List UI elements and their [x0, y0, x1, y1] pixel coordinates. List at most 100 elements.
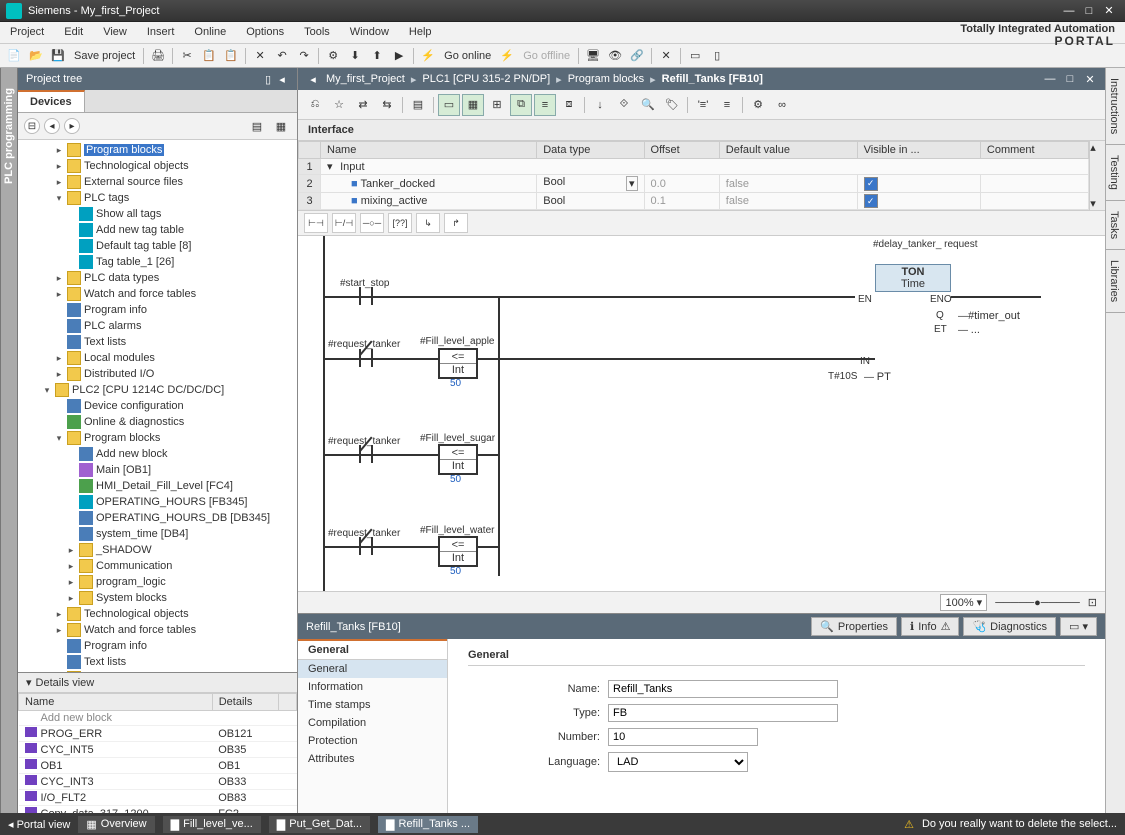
tree-item[interactable]: ▾PLC tags: [18, 190, 297, 206]
ladder-contact-icon[interactable]: ⊢⊣: [304, 213, 328, 233]
ton-block[interactable]: TONTime: [875, 264, 951, 292]
tree-item[interactable]: OPERATING_HOURS [FB345]: [18, 494, 297, 510]
tree-view-icon[interactable]: ▤: [247, 116, 267, 136]
close-icon[interactable]: ✕: [1099, 4, 1119, 18]
status-tab-overview[interactable]: ▦ Overview: [78, 816, 154, 833]
etb-b[interactable]: ≡: [716, 94, 738, 116]
tree-filter-icon[interactable]: ▦: [271, 116, 291, 136]
tree-item[interactable]: ▸External source files: [18, 174, 297, 190]
vtab-libraries[interactable]: Libraries: [1106, 250, 1125, 313]
crumb-2[interactable]: Program blocks: [568, 73, 644, 85]
tree-item[interactable]: Tag table_1 [26]: [18, 254, 297, 270]
tree-item[interactable]: ▸Distributed I/O: [18, 366, 297, 382]
etb-1[interactable]: ⎌: [304, 94, 326, 116]
iface-col-comment[interactable]: Comment: [980, 142, 1088, 159]
breadcrumb-back-icon[interactable]: ◂: [306, 72, 320, 86]
etb-2[interactable]: ☆: [328, 94, 350, 116]
status-tab-put-get[interactable]: ▇ Put_Get_Dat...: [269, 816, 370, 833]
editor-min-icon[interactable]: —: [1043, 72, 1057, 86]
devices-tab[interactable]: Devices: [18, 90, 85, 112]
iface-vscroll[interactable]: ▴▾: [1089, 141, 1105, 210]
tree-item[interactable]: Main [OB1]: [18, 462, 297, 478]
tree-item[interactable]: ▸Program blocks: [18, 142, 297, 158]
etb-3[interactable]: ⇄: [352, 94, 374, 116]
iface-row[interactable]: 3 ■ mixing_active Bool 0.1 false ✓: [299, 193, 1089, 210]
copy-icon[interactable]: 📋: [199, 46, 219, 66]
ladder-canvas[interactable]: #delay_tanker_ request TONTime EN ENO Q …: [298, 236, 1105, 591]
undo-icon[interactable]: ↶: [272, 46, 292, 66]
editor-max-icon[interactable]: □: [1063, 72, 1077, 86]
tree-item[interactable]: Add new tag table: [18, 222, 297, 238]
tab-info[interactable]: ℹ Info ⚠: [901, 617, 959, 636]
tree-item[interactable]: Text lists: [18, 334, 297, 350]
monitor-icon[interactable]: 👁: [605, 46, 625, 66]
menu-tools[interactable]: Tools: [294, 22, 340, 43]
split-v-icon[interactable]: ▯: [707, 46, 727, 66]
close-panel-icon[interactable]: ✕: [656, 46, 676, 66]
maximize-icon[interactable]: □: [1079, 4, 1099, 18]
iface-col-name[interactable]: Name: [321, 142, 537, 159]
tree-item[interactable]: ▾Program blocks: [18, 430, 297, 446]
compile-icon[interactable]: ⚙: [323, 46, 343, 66]
etb-a[interactable]: '≡': [692, 94, 714, 116]
vtab-testing[interactable]: Testing: [1106, 145, 1125, 201]
props-nav-compilation[interactable]: Compilation: [298, 714, 447, 732]
menu-online[interactable]: Online: [184, 22, 236, 43]
iface-col-vis[interactable]: Visible in ...: [857, 142, 980, 159]
menu-insert[interactable]: Insert: [137, 22, 185, 43]
etb-fbd-icon[interactable]: ⧉: [510, 94, 532, 116]
tree-item[interactable]: OPERATING_HOURS_DB [DB345]: [18, 510, 297, 526]
simulate-icon[interactable]: ▶: [389, 46, 409, 66]
props-nav-timestamps[interactable]: Time stamps: [298, 696, 447, 714]
tree-item[interactable]: ▸Watch and force tables: [18, 622, 297, 638]
etb-lad-icon[interactable]: ⊞: [486, 94, 508, 116]
vtab-tasks[interactable]: Tasks: [1106, 201, 1125, 250]
etb-find[interactable]: 🔍: [637, 94, 659, 116]
add-new-block-row[interactable]: Add new block: [19, 711, 297, 726]
split-h-icon[interactable]: ▭: [685, 46, 705, 66]
details-row[interactable]: I/O_FLT2OB83: [19, 790, 297, 806]
collapse-tree-icon[interactable]: ▯: [261, 72, 275, 86]
tree-item[interactable]: ▸Technological objects: [18, 606, 297, 622]
details-row[interactable]: OB1OB1: [19, 758, 297, 774]
ladder-open-branch-icon[interactable]: ↱: [444, 213, 468, 233]
new-project-icon[interactable]: 📄: [4, 46, 24, 66]
no-contact[interactable]: [353, 281, 379, 311]
etb-goto[interactable]: ⟐: [613, 94, 635, 116]
props-nav-general[interactable]: General: [298, 660, 447, 678]
ladder-coil-icon[interactable]: ─○─: [360, 213, 384, 233]
crumb-0[interactable]: My_first_Project: [326, 73, 405, 85]
visible-checkbox[interactable]: ✓: [864, 194, 878, 208]
visible-checkbox[interactable]: ✓: [864, 177, 878, 191]
tree-item[interactable]: ▸PLC data types: [18, 270, 297, 286]
tree-fwd-icon[interactable]: ▸: [64, 118, 80, 134]
etb-d[interactable]: ∞: [771, 94, 793, 116]
props-nav-protection[interactable]: Protection: [298, 732, 447, 750]
tree-item[interactable]: HMI_Detail_Fill_Level [FC4]: [18, 478, 297, 494]
tree-item[interactable]: Device configuration: [18, 398, 297, 414]
etb-c[interactable]: ⚙: [747, 94, 769, 116]
tree-item[interactable]: Default tag table [8]: [18, 238, 297, 254]
tree-item[interactable]: ▸Local modules: [18, 350, 297, 366]
project-tree[interactable]: ▸Program blocks ▸Technological objects ▸Ex…: [18, 140, 297, 672]
minimize-icon[interactable]: —: [1059, 4, 1079, 18]
props-nav-information[interactable]: Information: [298, 678, 447, 696]
tree-collapse-icon[interactable]: ⊟: [24, 118, 40, 134]
crumb-1[interactable]: PLC1 [CPU 315-2 PN/DP]: [422, 73, 550, 85]
status-tab-refill-tanks[interactable]: ▇ Refill_Tanks ...: [378, 816, 478, 833]
menu-options[interactable]: Options: [236, 22, 294, 43]
ladder-box-icon[interactable]: [??]: [388, 213, 412, 233]
ladder-branch-icon[interactable]: ↳: [416, 213, 440, 233]
tree-item[interactable]: PLC alarms: [18, 318, 297, 334]
etb-5[interactable]: ▤: [407, 94, 429, 116]
nc-contact[interactable]: [353, 343, 379, 373]
zoom-slider[interactable]: ─────●─────: [995, 597, 1080, 609]
etb-tag[interactable]: 🏷: [661, 94, 683, 116]
print-icon[interactable]: 🖨: [148, 46, 168, 66]
details-row[interactable]: CYC_INT5OB35: [19, 742, 297, 758]
etb-dn[interactable]: ↓: [589, 94, 611, 116]
go-offline-label[interactable]: Go offline: [519, 50, 574, 62]
portal-view-button[interactable]: ◂ Portal view: [8, 818, 70, 831]
paste-icon[interactable]: 📋: [221, 46, 241, 66]
tree-item[interactable]: ▸Communication: [18, 558, 297, 574]
